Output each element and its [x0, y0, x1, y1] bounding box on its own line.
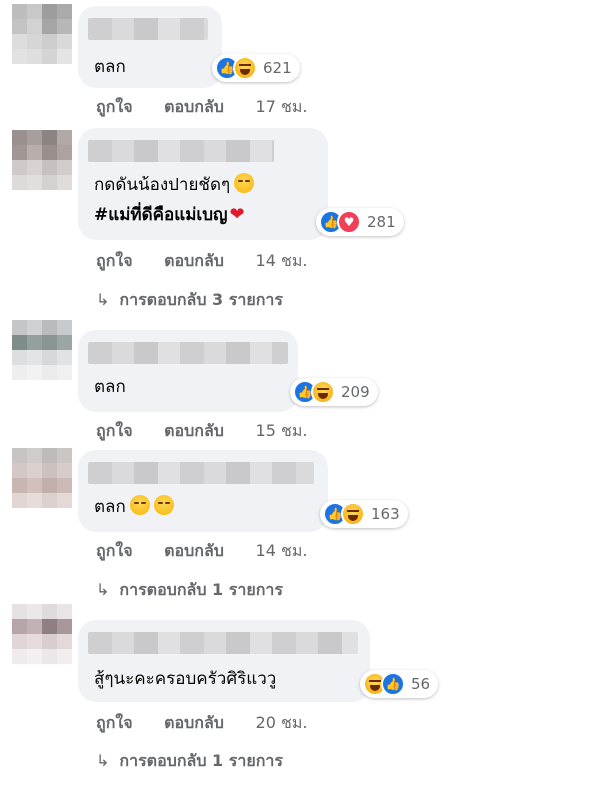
comment-text: #แม่ที่ดีคือแม่เบญ ❤ — [94, 202, 245, 228]
reaction-count: 209 — [341, 383, 370, 401]
haha-icon — [341, 502, 365, 526]
reaction-count: 281 — [367, 213, 396, 231]
reply-arrow-icon: ↳ — [96, 580, 110, 599]
replies-label: การตอบกลับ 1 รายการ — [119, 580, 283, 599]
comment-bubble: สู้ๆนะคะครอบครัวศิริแววู — [78, 620, 370, 702]
timestamp[interactable]: 20 ชม. — [256, 713, 308, 732]
reply-arrow-icon: ↳ — [96, 751, 110, 770]
reaction-count: 621 — [263, 59, 292, 77]
red-heart-icon: ❤ — [229, 204, 245, 225]
comment-bubble: กดดันน้องปายชัดๆ #แม่ที่ดีคือแม่เบญ ❤ — [78, 128, 328, 240]
comment-bubble: ตลก — [78, 330, 298, 412]
like-button[interactable]: ถูกใจ — [96, 421, 133, 440]
smirk-emoji-icon — [129, 495, 150, 515]
comment-actions: ถูกใจ ตอบกลับ 17 ชม. — [96, 95, 333, 120]
reply-button[interactable]: ตอบกลับ — [164, 421, 224, 440]
timestamp[interactable]: 17 ชม. — [256, 97, 308, 116]
comment-bubble: ตลก — [78, 6, 222, 88]
timestamp[interactable]: 14 ชม. — [256, 251, 308, 270]
comment-actions: ถูกใจ ตอบกลับ 14 ชม. — [96, 249, 333, 274]
reaction-summary[interactable]: 👍 209 — [290, 378, 378, 406]
haha-icon — [311, 380, 335, 404]
timestamp[interactable]: 15 ชม. — [256, 421, 308, 440]
avatar[interactable] — [12, 130, 72, 190]
reply-button[interactable]: ตอบกลับ — [164, 541, 224, 560]
haha-icon — [233, 56, 257, 80]
reaction-count: 163 — [371, 505, 400, 523]
reply-arrow-icon: ↳ — [96, 290, 110, 309]
hashtag-link[interactable]: #แม่ที่ดีคือแม่เบญ — [94, 205, 228, 225]
timestamp[interactable]: 14 ชม. — [256, 541, 308, 560]
reaction-summary[interactable]: 👍 621 — [212, 54, 300, 82]
like-button[interactable]: ถูกใจ — [96, 251, 133, 270]
commenter-name[interactable] — [88, 18, 208, 40]
smirk-emoji-icon — [153, 495, 174, 515]
avatar[interactable] — [12, 320, 72, 380]
like-icon: 👍 — [381, 672, 405, 696]
view-replies-link[interactable]: ↳ การตอบกลับ 3 รายการ — [96, 288, 283, 313]
reaction-count: 56 — [411, 675, 431, 693]
comment-text: กดดันน้องปายชัดๆ — [94, 172, 255, 198]
avatar[interactable] — [12, 4, 72, 64]
reaction-summary[interactable]: 👍 ♥ 281 — [316, 208, 404, 236]
comment-actions: ถูกใจ ตอบกลับ 15 ชม. — [96, 419, 333, 444]
avatar[interactable] — [12, 604, 72, 664]
commenter-name[interactable] — [88, 342, 288, 364]
comment-text: ตลก — [94, 494, 174, 520]
love-icon: ♥ — [337, 210, 361, 234]
view-replies-link[interactable]: ↳ การตอบกลับ 1 รายการ — [96, 749, 283, 774]
like-button[interactable]: ถูกใจ — [96, 713, 133, 732]
comment-actions: ถูกใจ ตอบกลับ 20 ชม. — [96, 711, 333, 736]
reply-button[interactable]: ตอบกลับ — [164, 713, 224, 732]
comment-bubble: ตลก — [78, 450, 328, 532]
avatar[interactable] — [12, 448, 72, 508]
replies-label: การตอบกลับ 1 รายการ — [119, 751, 283, 770]
comment-text-line: ตลก — [94, 497, 126, 517]
comment-text-line: กดดันน้องปายชัดๆ — [94, 175, 231, 195]
commenter-name[interactable] — [88, 140, 274, 162]
reaction-summary[interactable]: 👍 163 — [320, 500, 408, 528]
view-replies-link[interactable]: ↳ การตอบกลับ 1 รายการ — [96, 578, 283, 603]
smirk-emoji-icon — [234, 173, 255, 193]
reply-button[interactable]: ตอบกลับ — [164, 251, 224, 270]
comment-text: สู้ๆนะคะครอบครัวศิริแววู — [94, 669, 277, 689]
replies-label: การตอบกลับ 3 รายการ — [119, 290, 283, 309]
comment-actions: ถูกใจ ตอบกลับ 14 ชม. — [96, 539, 333, 564]
comment-text: ตลก — [94, 377, 126, 397]
reaction-summary[interactable]: 👍 56 — [360, 670, 439, 698]
commenter-name[interactable] — [88, 632, 358, 654]
comment-text: ตลก — [94, 57, 126, 77]
like-button[interactable]: ถูกใจ — [96, 541, 133, 560]
reply-button[interactable]: ตอบกลับ — [164, 97, 224, 116]
like-button[interactable]: ถูกใจ — [96, 97, 133, 116]
commenter-name[interactable] — [88, 462, 314, 484]
